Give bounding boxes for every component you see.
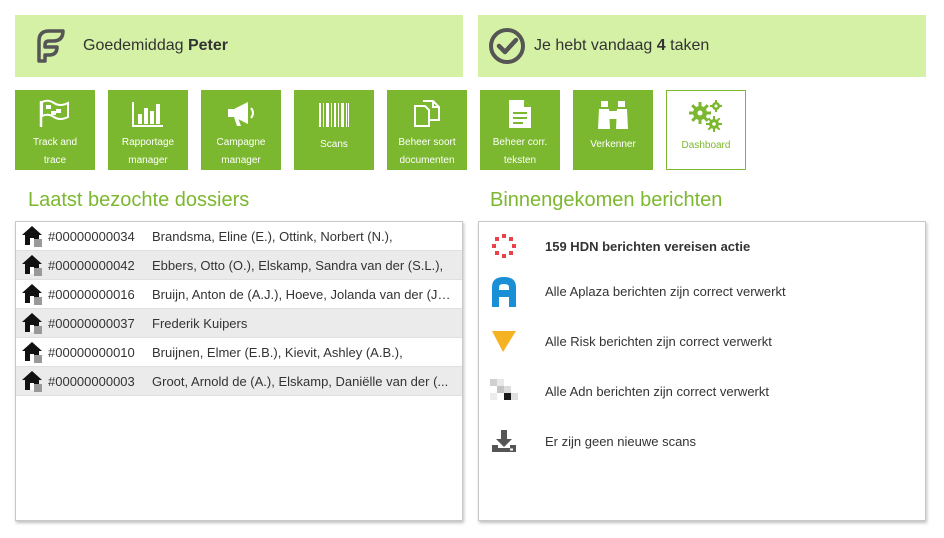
dossier-row[interactable]: #00000000034 Brandsma, Eline (E.), Ottink… bbox=[16, 222, 462, 251]
dossier-names: Brandsma, Eline (E.), Ottink, Norbert (N… bbox=[152, 228, 393, 244]
home-icon bbox=[22, 226, 42, 247]
gears-icon bbox=[689, 100, 722, 132]
dossier-row[interactable]: #00000000010 Bruijnen, Elmer (E.B.), Kiev… bbox=[16, 338, 462, 367]
brand-logo-icon bbox=[31, 27, 69, 65]
message-text: 159 HDN berichten vereisen actie bbox=[545, 238, 751, 254]
message-adn[interactable]: Alle Adn berichten zijn correct verwerkt bbox=[489, 376, 769, 406]
tile-verkenner[interactable]: Verkenner bbox=[573, 90, 653, 170]
greeting-banner: Goedemiddag Peter bbox=[15, 15, 463, 77]
message-aplaza[interactable]: Alle Aplaza berichten zijn correct verwe… bbox=[489, 276, 786, 307]
message-text: Alle Adn berichten zijn correct verwerkt bbox=[545, 383, 769, 399]
barcode-icon bbox=[319, 103, 349, 127]
hdn-icon bbox=[492, 234, 516, 258]
tile-track-and-trace[interactable]: Track and trace bbox=[15, 90, 95, 170]
dossier-names: Ebbers, Otto (O.), Elskamp, Sandra van d… bbox=[152, 257, 444, 273]
dossier-names: Frederik Kuipers bbox=[152, 315, 248, 331]
tile-beheer-corr-teksten[interactable]: Beheer corr. teksten bbox=[480, 90, 560, 170]
message-text: Er zijn geen nieuwe scans bbox=[545, 433, 697, 449]
message-text: Alle Aplaza berichten zijn correct verwe… bbox=[545, 283, 786, 299]
dossier-number: #00000000037 bbox=[48, 315, 135, 331]
tile-campagne-manager[interactable]: Campagne manager bbox=[201, 90, 281, 170]
dossier-number: #00000000042 bbox=[48, 257, 135, 273]
dossier-row[interactable]: #00000000003 Groot, Arnold de (A.), Elska… bbox=[16, 367, 462, 396]
home-icon bbox=[22, 255, 42, 276]
aplaza-icon bbox=[492, 277, 516, 307]
check-circle-icon bbox=[489, 28, 525, 64]
risk-icon bbox=[492, 331, 516, 352]
tasks-text: Je hebt vandaag 4 taken bbox=[534, 37, 710, 54]
message-risk[interactable]: Alle Risk berichten zijn correct verwerk… bbox=[489, 326, 772, 356]
dossier-row[interactable]: #00000000016 Bruijn, Anton de (A.J.), Hoe… bbox=[16, 280, 462, 309]
dossier-names: Groot, Arnold de (A.), Elskamp, Daniëlle… bbox=[152, 373, 449, 389]
adn-icon bbox=[490, 379, 518, 400]
dossier-row[interactable]: #00000000042 Ebbers, Otto (O.), Elskamp, … bbox=[16, 251, 462, 280]
download-icon bbox=[492, 430, 516, 452]
dossier-number: #00000000010 bbox=[48, 344, 135, 360]
incoming-messages-title: Binnengekomen berichten bbox=[490, 189, 723, 211]
home-icon bbox=[22, 313, 42, 334]
document-text-icon bbox=[509, 100, 531, 128]
home-icon bbox=[22, 284, 42, 305]
home-icon bbox=[22, 371, 42, 392]
quick-launch-tiles: Track and trace Rapportage manager Campagn… bbox=[15, 90, 759, 170]
user-name: Peter bbox=[187, 37, 228, 54]
tile-dashboard[interactable]: Dashboard bbox=[666, 90, 746, 170]
dossier-number: #00000000034 bbox=[48, 228, 135, 244]
greeting-text: Goedemiddag Peter bbox=[83, 37, 228, 54]
dossier-number: #00000000003 bbox=[48, 373, 135, 389]
binoculars-icon bbox=[598, 101, 628, 129]
message-scans[interactable]: Er zijn geen nieuwe scans bbox=[489, 426, 696, 456]
dossier-row[interactable]: #00000000037 Frederik Kuipers bbox=[16, 309, 462, 338]
dossier-names: Bruijn, Anton de (A.J.), Hoeve, Jolanda … bbox=[152, 286, 460, 302]
copy-documents-icon bbox=[414, 100, 440, 127]
megaphone-icon bbox=[228, 102, 254, 126]
incoming-messages-panel: 159 HDN berichten vereisen actie Alle Ap… bbox=[478, 221, 926, 521]
tile-scans[interactable]: Scans bbox=[294, 90, 374, 170]
message-text: Alle Risk berichten zijn correct verwerk… bbox=[545, 333, 772, 349]
bar-chart-icon bbox=[132, 102, 163, 127]
dossier-names: Bruijnen, Elmer (E.B.), Kievit, Ashley (… bbox=[152, 344, 403, 360]
tile-beheer-soort-documenten[interactable]: Beheer soort documenten bbox=[387, 90, 467, 170]
recent-dossiers-title: Laatst bezochte dossiers bbox=[28, 189, 250, 211]
tasks-banner[interactable]: Je hebt vandaag 4 taken bbox=[478, 15, 926, 77]
tasks-count: 4 bbox=[656, 37, 666, 54]
home-icon bbox=[22, 342, 42, 363]
recent-dossiers-panel: #00000000034 Brandsma, Eline (E.), Ottink… bbox=[15, 221, 463, 521]
dossier-number: #00000000016 bbox=[48, 286, 135, 302]
flag-icon bbox=[39, 99, 69, 127]
message-hdn[interactable]: 159 HDN berichten vereisen actie bbox=[489, 231, 750, 261]
tile-rapportage-manager[interactable]: Rapportage manager bbox=[108, 90, 188, 170]
